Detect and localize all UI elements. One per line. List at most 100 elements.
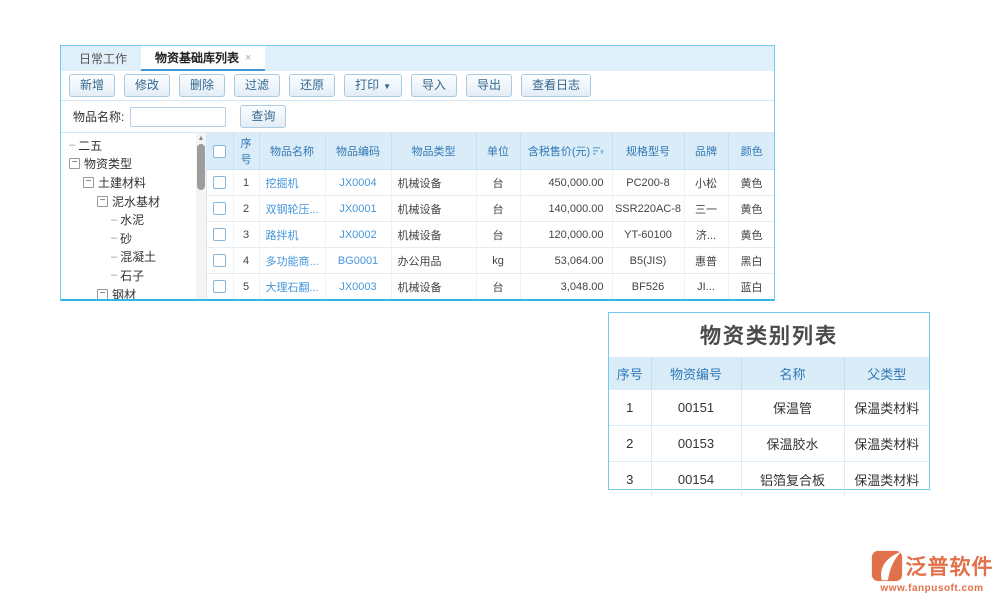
item-link[interactable]: 多功能商... xyxy=(266,256,319,268)
column-header[interactable]: 含税售价(元) xyxy=(520,133,612,170)
row-checkbox[interactable] xyxy=(213,202,226,215)
tree-node[interactable]: –砂 xyxy=(61,229,206,248)
table-row: 3路拌机JX0002机械设备台120,000.00YT-60100济...黄色 xyxy=(207,222,774,248)
tree-node[interactable]: –石子 xyxy=(61,266,206,285)
cell-type: 办公用品 xyxy=(391,248,476,274)
tree-node-label[interactable]: 泥水基材 xyxy=(112,193,160,210)
delete-button[interactable]: 删除 xyxy=(179,74,225,97)
tab-label: 日常工作 xyxy=(79,50,127,67)
edit-button[interactable]: 修改 xyxy=(124,74,170,97)
tab-label: 物资基础库列表 xyxy=(155,49,239,66)
collapse-toggle-icon[interactable]: − xyxy=(97,289,108,299)
column-header: 物品编码 xyxy=(325,133,391,170)
cell-parent: 保温类材料 xyxy=(844,390,929,426)
tree-node-label[interactable]: 砂 xyxy=(120,230,132,247)
tree-line-dash-icon: – xyxy=(111,232,117,244)
category-column-header: 物资编号 xyxy=(651,357,741,390)
material-category-panel: 物资类别列表 序号物资编号名称父类型100151保温管保温类材料200153保温… xyxy=(608,312,930,490)
collapse-toggle-icon[interactable]: − xyxy=(97,196,108,207)
item-link[interactable]: 大理石翻... xyxy=(266,282,319,294)
tree-node-label[interactable]: 土建材料 xyxy=(98,174,146,191)
cell-brand: 济... xyxy=(684,222,728,248)
sort-icon[interactable] xyxy=(593,147,604,159)
tab-materials-library[interactable]: 物资基础库列表 × xyxy=(141,46,265,71)
items-table-panel: 序号物品名称物品编码物品类型单位含税售价(元)规格型号品牌颜色1挖掘机JX000… xyxy=(207,133,774,299)
cell-no: 2 xyxy=(233,196,259,222)
cell-brand: 小松 xyxy=(684,170,728,196)
row-checkbox[interactable] xyxy=(213,176,226,189)
category-table: 序号物资编号名称父类型100151保温管保温类材料200153保温胶水保温类材料… xyxy=(609,357,929,497)
tree-node-label[interactable]: 二五 xyxy=(78,137,102,154)
tree-node[interactable]: –水泥 xyxy=(61,210,206,229)
collapse-toggle-icon[interactable]: − xyxy=(69,158,80,169)
item-link[interactable]: 双钢轮压... xyxy=(266,204,319,216)
cell-spec: B5(JIS) xyxy=(612,248,684,274)
cell-price: 3,048.00 xyxy=(520,274,612,300)
fanpu-logo: 泛普软件 www.fanpusoft.com xyxy=(868,550,996,594)
tab-bar: 日常工作 物资基础库列表 × xyxy=(61,46,774,71)
close-icon[interactable]: × xyxy=(245,52,251,64)
add-button[interactable]: 新增 xyxy=(69,74,115,97)
filter-button[interactable]: 过滤 xyxy=(234,74,280,97)
view-log-button[interactable]: 查看日志 xyxy=(521,74,591,97)
item-link[interactable]: BG0001 xyxy=(338,255,378,267)
cell-no: 1 xyxy=(233,170,259,196)
logo-row: 泛普软件 xyxy=(871,550,994,582)
items-table: 序号物品名称物品编码物品类型单位含税售价(元)规格型号品牌颜色1挖掘机JX000… xyxy=(207,133,774,299)
button-label: 还原 xyxy=(300,78,324,92)
column-header-label: 含税售价(元) xyxy=(528,146,590,158)
button-label: 查看日志 xyxy=(532,78,580,92)
table-row: 4多功能商...BG0001办公用品kg53,064.00B5(JIS)惠普黑白 xyxy=(207,248,774,274)
tree-node-label[interactable]: 石子 xyxy=(120,267,144,284)
collapse-toggle-icon[interactable]: − xyxy=(83,177,94,188)
item-name-input[interactable] xyxy=(130,107,226,127)
cell-code: 00151 xyxy=(651,390,741,426)
cell-name: 多功能商... xyxy=(259,248,325,274)
tree-node[interactable]: –混凝土 xyxy=(61,248,206,267)
item-link[interactable]: 挖掘机 xyxy=(266,178,299,190)
cell-no: 2 xyxy=(609,426,651,462)
button-label: 过滤 xyxy=(245,78,269,92)
window-content: –二五−物资类型−土建材料−泥水基材–水泥–砂–混凝土–石子−钢材 ▲ 序号物品… xyxy=(61,133,774,299)
cell-name: 路拌机 xyxy=(259,222,325,248)
select-all-checkbox[interactable] xyxy=(213,145,226,158)
query-button[interactable]: 查询 xyxy=(240,105,286,128)
tree-node-label[interactable]: 物资类型 xyxy=(84,155,132,172)
tree-node[interactable]: −泥水基材 xyxy=(61,192,206,211)
print-button[interactable]: 打印▼ xyxy=(344,74,402,97)
row-checkbox[interactable] xyxy=(213,254,226,267)
import-button[interactable]: 导入 xyxy=(411,74,457,97)
search-bar: 物品名称: 查询 xyxy=(61,101,774,133)
panel-title: 物资类别列表 xyxy=(609,313,929,357)
export-button[interactable]: 导出 xyxy=(466,74,512,97)
tree-node[interactable]: −钢材 xyxy=(61,285,206,299)
cell-brand: 三一 xyxy=(684,196,728,222)
tree-node[interactable]: −土建材料 xyxy=(61,173,206,192)
category-row: 200153保温胶水保温类材料 xyxy=(609,426,929,462)
tree-scrollbar[interactable]: ▲ xyxy=(196,133,206,299)
cell-checkbox xyxy=(207,170,233,196)
tree-node[interactable]: –二五 xyxy=(61,136,206,155)
tree-node[interactable]: −物资类型 xyxy=(61,155,206,174)
cell-spec: SSR220AC-8 xyxy=(612,196,684,222)
cell-checkbox xyxy=(207,222,233,248)
scroll-up-icon[interactable]: ▲ xyxy=(196,133,206,143)
tree-node-label[interactable]: 水泥 xyxy=(120,211,144,228)
restore-button[interactable]: 还原 xyxy=(289,74,335,97)
table-row: 1挖掘机JX0004机械设备台450,000.00PC200-8小松黄色 xyxy=(207,170,774,196)
item-link[interactable]: JX0002 xyxy=(339,229,376,241)
tree-node-label[interactable]: 钢材 xyxy=(112,286,136,299)
cell-code: JX0001 xyxy=(325,196,391,222)
table-row: 5大理石翻...JX0003机械设备台3,048.00BF526JI...蓝白 xyxy=(207,274,774,300)
cell-no: 1 xyxy=(609,390,651,426)
item-link[interactable]: JX0003 xyxy=(339,281,376,293)
item-link[interactable]: 路拌机 xyxy=(266,230,299,242)
row-checkbox[interactable] xyxy=(213,228,226,241)
item-link[interactable]: JX0004 xyxy=(339,177,376,189)
item-link[interactable]: JX0001 xyxy=(339,203,376,215)
tree-line-dash-icon: – xyxy=(111,214,117,226)
tab-daily-work[interactable]: 日常工作 xyxy=(65,46,141,71)
scrollbar-thumb[interactable] xyxy=(197,144,205,190)
row-checkbox[interactable] xyxy=(213,280,226,293)
tree-node-label[interactable]: 混凝土 xyxy=(120,248,156,265)
